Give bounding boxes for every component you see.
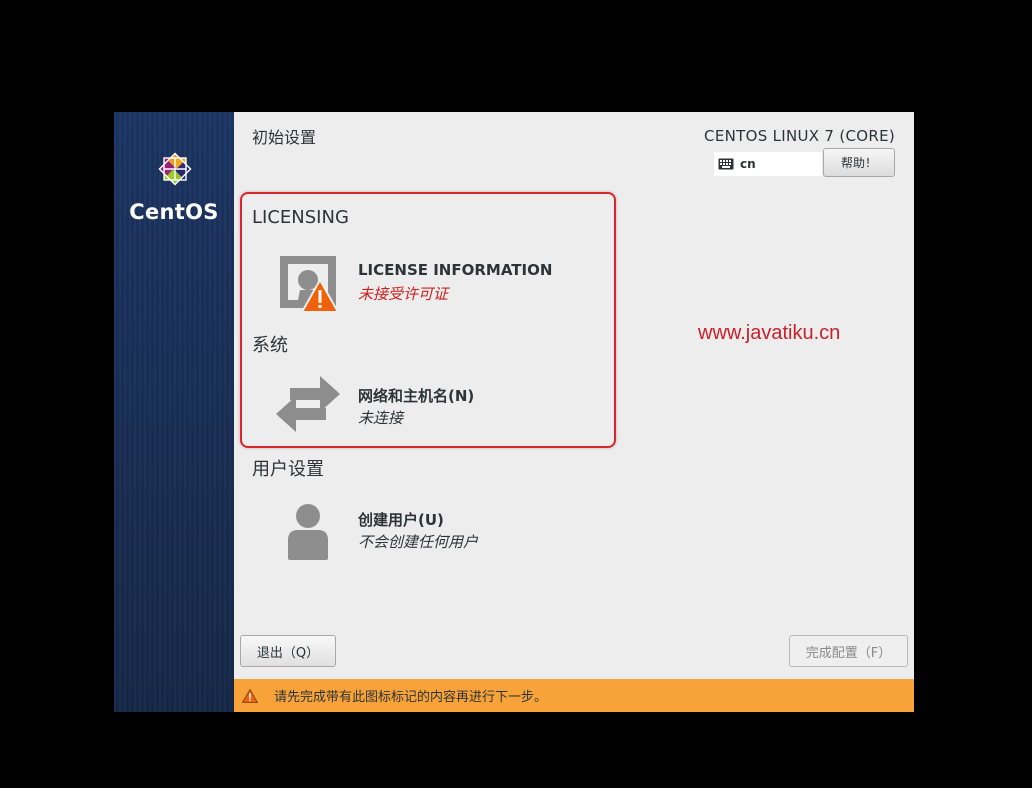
keyboard-layout-indicator[interactable]: cn [714, 152, 822, 176]
warning-icon [242, 688, 258, 703]
spoke-create-user[interactable]: 创建用户(U) 不会创建任何用户 [276, 500, 596, 564]
initial-setup-window: CentOS 初始设置 CENTOS LINUX 7 (CORE) cn 帮助！… [114, 112, 914, 712]
section-licensing: LICENSING [252, 207, 349, 228]
section-user-settings: 用户设置 [252, 459, 324, 480]
keyboard-layout-label: cn [740, 157, 756, 171]
finish-configuration-button[interactable]: 完成配置（F） [789, 635, 908, 667]
centos-logo-icon [158, 152, 192, 186]
license-warning-icon [280, 256, 340, 313]
network-arrows-icon [276, 376, 340, 432]
warning-message: 请先完成带有此图标标记的内容再进行下一步。 [274, 690, 548, 705]
spoke-status: 不会创建任何用户 [358, 533, 479, 551]
brand-name: CentOS [129, 200, 219, 224]
sidebar: CentOS [114, 112, 234, 712]
quit-button[interactable]: 退出（Q） [240, 635, 336, 667]
help-button[interactable]: 帮助！ [823, 148, 895, 177]
product-name: CENTOS LINUX 7 (CORE) [704, 127, 895, 145]
page-title: 初始设置 [252, 128, 317, 147]
spoke-network-hostname[interactable]: 网络和主机名(N) 未连接 [276, 376, 596, 440]
spoke-license-information[interactable]: LICENSE INFORMATION 未接受许可证 [276, 252, 596, 316]
watermark-text: www.javatiku.cn [698, 322, 841, 344]
keyboard-icon [718, 158, 734, 170]
spoke-title: 创建用户(U) [358, 511, 444, 529]
section-system: 系统 [252, 335, 288, 356]
user-icon [288, 504, 328, 560]
spoke-title: LICENSE INFORMATION [358, 261, 553, 279]
spoke-status: 未连接 [358, 409, 404, 427]
spoke-title: 网络和主机名(N) [358, 387, 475, 405]
warning-bar: 请先完成带有此图标标记的内容再进行下一步。 [234, 679, 914, 712]
spoke-status: 未接受许可证 [358, 285, 449, 303]
